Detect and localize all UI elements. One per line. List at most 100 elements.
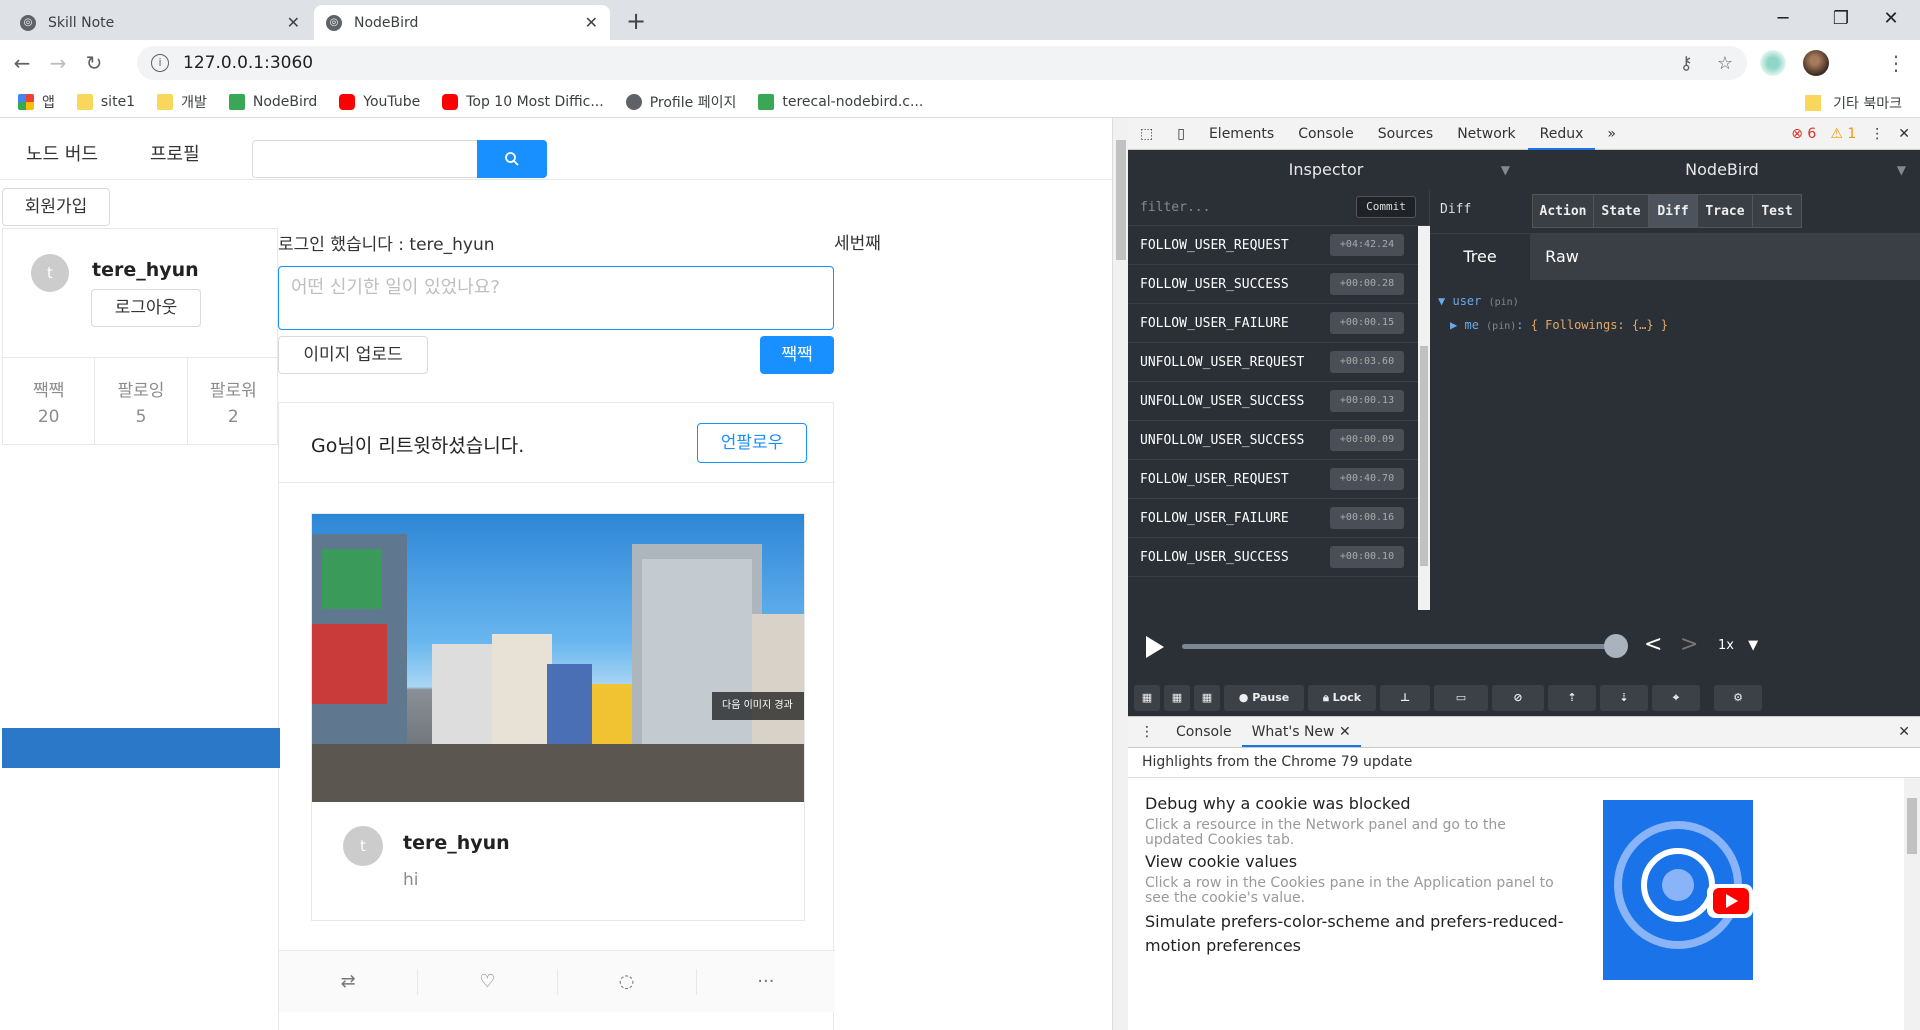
pause-button[interactable]: ● Pause (1224, 685, 1304, 711)
profile-avatar[interactable] (1803, 50, 1829, 76)
instance-selector[interactable]: NodeBird ▼ (1524, 150, 1920, 190)
drawer-tab-console[interactable]: Console (1166, 724, 1242, 740)
browser-tab-skill-note[interactable]: ◎ Skill Note ✕ (8, 5, 312, 40)
bookmark-youtube[interactable]: YouTube (339, 93, 420, 110)
bookmark-star-icon[interactable]: ☆ (1717, 53, 1733, 74)
nav-profile-link[interactable]: 프로필 (150, 140, 200, 166)
post-image[interactable]: 다음 이미지 경과 (312, 514, 804, 802)
new-tab-button[interactable]: + (622, 5, 650, 37)
action-item[interactable]: UNFOLLOW_USER_SUCCESS +00:00.09 (1128, 421, 1418, 460)
action-filter-input[interactable]: filter... Commit (1128, 190, 1430, 226)
bookmark-profile[interactable]: Profile 페이지 (625, 92, 736, 112)
whats-new-item-title[interactable]: Debug why a cookie was blocked (1145, 794, 1411, 813)
retweet-icon[interactable]: ⇄ (279, 968, 419, 995)
stat-tweets[interactable]: 짹짹 20 (3, 358, 96, 445)
monitor-tab-test[interactable]: Test (1752, 194, 1802, 228)
logout-button[interactable]: 로그아웃 (91, 289, 201, 327)
tree-node-user[interactable]: ▼ user (pin) (1438, 290, 1668, 314)
nav-home-link[interactable]: 노드 버드 (26, 140, 98, 166)
bookmark-terecal[interactable]: terecal-nodebird.c... (758, 93, 923, 110)
action-item[interactable]: UNFOLLOW_USER_REQUEST +00:03.60 (1128, 343, 1418, 382)
error-count[interactable]: ⊗ 6 (1791, 126, 1816, 142)
playback-speed-select[interactable]: 1x ▼ (1708, 632, 1760, 660)
close-tab-icon[interactable]: ✕ (585, 13, 598, 32)
unfollow-button[interactable]: 언팔로우 (697, 423, 807, 463)
stat-followers[interactable]: 팔로워 2 (188, 358, 279, 445)
key-icon[interactable]: ⚷ (1680, 53, 1693, 74)
whats-new-video-thumbnail[interactable] (1603, 800, 1753, 980)
scroll-thumb[interactable] (1116, 140, 1126, 260)
action-item[interactable]: FOLLOW_USER_SUCCESS +00:00.10 (1128, 538, 1418, 577)
bookmark-apps[interactable]: 앱 (18, 92, 55, 112)
import-icon[interactable]: ⇣ (1600, 685, 1648, 711)
drawer-menu-icon[interactable]: ⋮ (1128, 724, 1166, 740)
window-close-icon[interactable]: ✕ (1862, 0, 1920, 40)
lock-button[interactable]: 🔒︎ Lock (1308, 685, 1376, 711)
slider-handle[interactable] (1604, 634, 1628, 658)
monitor-selector[interactable]: Inspector ▼ (1128, 150, 1524, 190)
other-bookmarks[interactable]: 기타 북마크 (1805, 93, 1902, 113)
more-tabs-icon[interactable]: » (1595, 118, 1628, 150)
action-item[interactable]: FOLLOW_USER_FAILURE +00:00.15 (1128, 304, 1418, 343)
tab-redux[interactable]: Redux (1527, 118, 1596, 150)
bookmark-nodebird[interactable]: NodeBird (228, 93, 317, 110)
devtools-menu-icon[interactable]: ⋮ (1870, 126, 1884, 142)
drawer-close-icon[interactable]: ✕ (1898, 724, 1910, 740)
inspector-right-icon[interactable]: ▦ (1164, 685, 1190, 711)
slider-track[interactable] (1182, 644, 1612, 649)
bookmark-dev[interactable]: 개발 (157, 92, 207, 112)
action-item[interactable]: UNFOLLOW_USER_SUCCESS +00:00.13 (1128, 382, 1418, 421)
action-list-scrollbar[interactable] (1418, 226, 1430, 610)
remote-icon[interactable]: ⌖ (1652, 685, 1700, 711)
persist-icon[interactable]: ⊥ (1380, 685, 1430, 711)
devtools-close-icon[interactable]: ✕ (1898, 126, 1910, 142)
monitor-tab-diff[interactable]: Diff (1648, 194, 1698, 228)
scroll-thumb[interactable] (1420, 346, 1428, 566)
drawer-tab-whats-new[interactable]: What's New ✕ (1241, 717, 1361, 747)
scroll-thumb[interactable] (1907, 798, 1917, 854)
minimize-icon[interactable]: ─ (1754, 0, 1812, 40)
dispatcher-icon[interactable]: ▭ (1434, 685, 1488, 711)
inspect-element-icon[interactable]: ⬚ (1128, 118, 1165, 150)
tab-elements[interactable]: Elements (1197, 118, 1286, 150)
stat-following[interactable]: 팔로잉 5 (95, 358, 188, 445)
monitor-tab-state[interactable]: State (1593, 194, 1649, 228)
monitor-tab-trace[interactable]: Trace (1697, 194, 1753, 228)
action-item[interactable]: FOLLOW_USER_REQUEST +04:42.24 (1128, 226, 1418, 265)
export-icon[interactable]: ⇡ (1548, 685, 1596, 711)
close-tab-icon[interactable]: ✕ (287, 13, 300, 32)
address-bar[interactable]: i 127.0.0.1:3060 ⚷ ☆ (137, 46, 1747, 80)
heart-icon[interactable]: ♡ (418, 968, 558, 995)
previous-step-icon[interactable]: < (1644, 632, 1662, 657)
drawer-scrollbar[interactable] (1904, 778, 1920, 1030)
warning-count[interactable]: ⚠ 1 (1830, 126, 1856, 142)
play-icon[interactable] (1146, 636, 1164, 658)
tab-network[interactable]: Network (1445, 118, 1527, 150)
search-input[interactable] (252, 140, 478, 178)
inspector-left-icon[interactable]: ▦ (1134, 685, 1160, 711)
whats-new-item-title[interactable]: View cookie values (1145, 852, 1297, 871)
device-toolbar-icon[interactable]: ▯ (1165, 118, 1197, 150)
search-button[interactable] (477, 140, 547, 178)
monitor-tab-action[interactable]: Action (1532, 194, 1594, 228)
reload-icon[interactable]: ↻ (76, 45, 112, 81)
back-icon[interactable]: ← (4, 45, 40, 81)
image-upload-button[interactable]: 이미지 업로드 (278, 336, 428, 374)
browser-tab-nodebird[interactable]: ◎ NodeBird ✕ (314, 5, 610, 40)
forward-icon[interactable]: → (40, 45, 76, 81)
tweet-button[interactable]: 짹짹 (760, 336, 834, 374)
signup-button[interactable]: 회원가입 (2, 188, 110, 226)
post-textarea[interactable]: 어떤 신기한 일이 있었나요? (278, 266, 834, 330)
inspector-bottom-icon[interactable]: ▦ (1194, 685, 1220, 711)
settings-gear-icon[interactable]: ⚙ (1714, 685, 1762, 711)
commit-button[interactable]: Commit (1356, 196, 1416, 218)
comment-icon[interactable]: ◌ (558, 968, 697, 995)
action-item[interactable]: FOLLOW_USER_REQUEST +00:40.70 (1128, 460, 1418, 499)
action-item[interactable]: FOLLOW_USER_SUCCESS +00:00.28 (1128, 265, 1418, 304)
more-icon[interactable]: ··· (697, 969, 835, 995)
tree-node-me[interactable]: ▶ me (pin): { Followings: {…} } (1438, 314, 1668, 338)
extension-icon[interactable] (1760, 50, 1786, 76)
bookmark-top10[interactable]: Top 10 Most Diffic... (442, 93, 604, 110)
slider-toggle-icon[interactable]: ⊘ (1492, 685, 1544, 711)
tab-sources[interactable]: Sources (1366, 118, 1445, 150)
